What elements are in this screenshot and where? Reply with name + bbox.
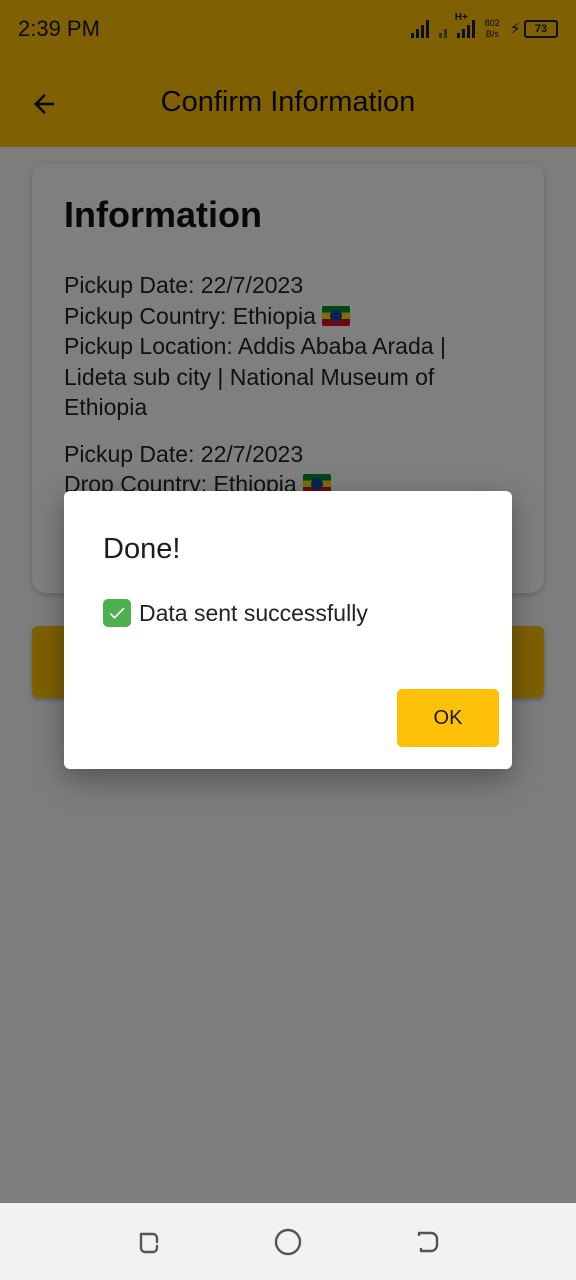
recent-apps-button[interactable] [127, 1220, 171, 1264]
dialog-message-text: Data sent successfully [139, 599, 368, 626]
success-dialog: Done! Data sent successfully OK [64, 491, 512, 769]
recent-apps-icon [140, 1232, 159, 1253]
dialog-message: Data sent successfully [103, 599, 368, 627]
home-button[interactable] [266, 1220, 310, 1264]
dialog-title: Done! [103, 533, 181, 565]
system-nav-bar [0, 1203, 576, 1280]
back-nav-button[interactable] [405, 1220, 449, 1264]
home-icon [274, 1228, 302, 1255]
back-nav-icon [417, 1231, 438, 1252]
ok-button[interactable]: OK [397, 689, 499, 747]
check-icon [103, 599, 131, 627]
